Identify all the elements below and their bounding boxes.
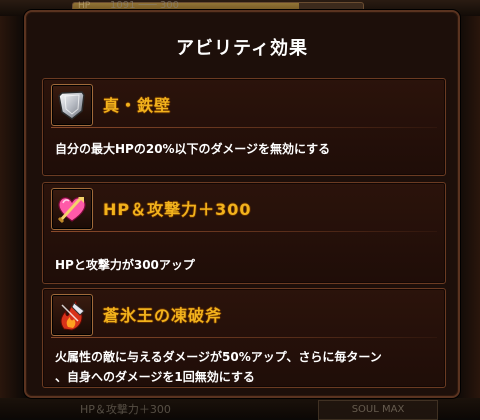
background-soul-max-button: SOUL MAX (318, 400, 438, 420)
ability-card-header: HP＆攻撃力＋300 (43, 183, 445, 231)
card-divider (51, 337, 437, 338)
ability-icon-frame (51, 84, 93, 126)
ability-card-2: HP＆攻撃力＋300 HPと攻撃力が300アップ (42, 182, 446, 284)
ability-description-line-2: 、自身へのダメージを1回無効にする (55, 370, 255, 384)
heart-sword-icon (57, 197, 86, 224)
dialog-title: アビリティ効果 (176, 38, 308, 59)
background-left-edge (0, 0, 26, 418)
ability-description: 火属性の敵に与えるダメージが50%アップ、さらに毎ターン 、自身へのダメージを1… (55, 347, 435, 387)
ability-card-3: 蒼氷王の凍破斧 火属性の敵に与えるダメージが50%アップ、さらに毎ターン 、自身… (42, 288, 446, 388)
shield-icon (58, 91, 85, 120)
ability-effect-dialog: アビリティ効果 真・鉄壁 自分の最大HPの20%以下のダメージを無効にする HP… (24, 10, 460, 398)
card-divider (51, 231, 437, 232)
ability-card-header: 蒼氷王の凍破斧 (43, 289, 445, 337)
ability-description: 自分の最大HPの20%以下のダメージを無効にする (55, 142, 331, 156)
ability-description-line-1: 火属性の敵に与えるダメージが50%アップ、さらに毎ターン (55, 350, 382, 364)
background-bottom-text: HP＆攻撃力＋300 (80, 403, 171, 416)
ability-icon-frame (51, 294, 93, 336)
ability-name: HP＆攻撃力＋300 (103, 200, 252, 219)
ability-description: HPと攻撃力が300アップ (55, 258, 195, 272)
ability-icon-frame (51, 188, 93, 230)
card-divider (51, 127, 437, 128)
flame-axe-icon (60, 299, 85, 331)
ability-card-header: 真・鉄壁 (43, 79, 445, 127)
ability-name: 真・鉄壁 (103, 96, 172, 115)
ability-name: 蒼氷王の凍破斧 (103, 306, 223, 325)
ability-card-1: 真・鉄壁 自分の最大HPの20%以下のダメージを無効にする (42, 78, 446, 176)
